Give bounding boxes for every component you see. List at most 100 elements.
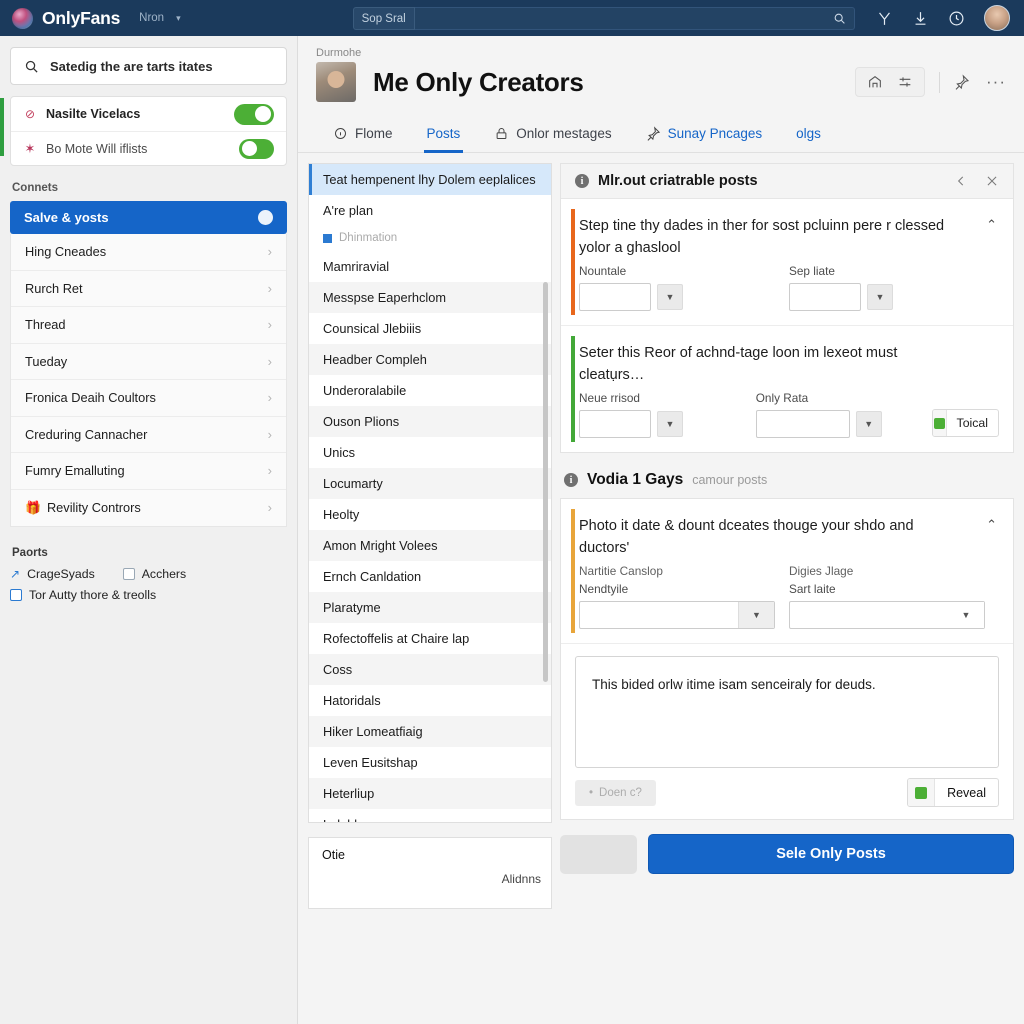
tab-sunay-pncages[interactable]: Sunay Pncages bbox=[629, 119, 780, 152]
field-input[interactable]: ▼ bbox=[789, 601, 985, 629]
card-criatrable-posts: i Mlr.out criatrable posts ⌃ Step tine t… bbox=[560, 163, 1014, 453]
acchers-label: Acchers bbox=[141, 567, 187, 581]
sidebar-item-fronica[interactable]: Fronica Deaih Coultors › bbox=[11, 380, 286, 417]
sele-only-posts-button[interactable]: Sele Only Posts bbox=[648, 834, 1014, 874]
list-item[interactable]: Hiker Lomeatfiaig bbox=[309, 716, 551, 747]
list-item[interactable]: Locumarty bbox=[309, 468, 551, 499]
list-item[interactable]: Mamriravial bbox=[309, 251, 551, 282]
sidebar-item-revility[interactable]: 🎁 Revility Contrors › bbox=[11, 490, 286, 527]
crage-syads-label[interactable]: CrageSyads bbox=[27, 567, 95, 581]
section-title: Step tine thy dades in ther for sost pcl… bbox=[579, 218, 945, 256]
sidebar-item-hing-cneades[interactable]: Hing Cneades › bbox=[11, 234, 286, 271]
sidebar: Satedig the are tarts itates ⊘ Nasilte V… bbox=[0, 36, 298, 1024]
toggle-row-bomote[interactable]: ✶ Bo Mote Will iflists bbox=[11, 131, 286, 165]
dropdown-button[interactable]: ▼ bbox=[948, 602, 984, 628]
comment-textarea[interactable]: This bided orlw itime isam senceiraly fo… bbox=[575, 656, 999, 768]
scrollbar-thumb[interactable] bbox=[543, 282, 548, 682]
home-icon[interactable] bbox=[867, 74, 883, 90]
tor-autty-checkbox[interactable] bbox=[10, 589, 22, 601]
toggle-switch-on[interactable] bbox=[234, 103, 274, 125]
toggle-row-nasilte[interactable]: ⊘ Nasilte Vicelacs bbox=[11, 97, 286, 131]
field-input[interactable] bbox=[579, 283, 651, 311]
brand[interactable]: OnlyFans Nron ▾ bbox=[12, 7, 181, 29]
field-input[interactable] bbox=[789, 283, 861, 311]
clock-icon[interactable] bbox=[948, 10, 965, 27]
item-list[interactable]: Teat hempenent lhy Dolem eeplalices A're… bbox=[309, 164, 551, 822]
info-icon: i bbox=[564, 473, 578, 487]
user-avatar[interactable] bbox=[984, 5, 1010, 31]
field-input[interactable] bbox=[579, 410, 651, 438]
list-item[interactable]: Messpse Eaperhclom bbox=[309, 282, 551, 313]
sidebar-item-fumry[interactable]: Fumry Emalluting › bbox=[11, 453, 286, 490]
list-item[interactable]: Heolty bbox=[309, 499, 551, 530]
toggle-card: ⊘ Nasilte Vicelacs ✶ Bo Mote Will iflist… bbox=[10, 96, 287, 166]
sliders-icon[interactable] bbox=[897, 74, 913, 90]
list-item[interactable]: Headber Compleh bbox=[309, 344, 551, 375]
dropdown-button[interactable]: ▼ bbox=[738, 602, 774, 628]
list-item[interactable]: Heterliup bbox=[309, 778, 551, 809]
collapse-caret-icon[interactable]: ⌃ bbox=[986, 217, 997, 233]
search-input[interactable] bbox=[414, 6, 855, 30]
top-bar-actions bbox=[876, 5, 1012, 31]
list-item[interactable]: A're plan bbox=[309, 195, 551, 226]
app-window: OnlyFans Nron ▾ Sop Sral Satedig the are… bbox=[0, 0, 1024, 1024]
field-sublabel: Nartitie Canslop bbox=[579, 564, 663, 578]
dropdown-button[interactable]: ▼ bbox=[867, 284, 893, 310]
list-group-label: Dhinmation bbox=[339, 232, 398, 244]
download-icon[interactable] bbox=[912, 10, 929, 27]
sidebar-group-title: Connets bbox=[12, 182, 58, 194]
list-item[interactable]: Amon Mright Volees bbox=[309, 530, 551, 561]
secondary-button[interactable] bbox=[560, 834, 637, 874]
list-item[interactable]: Unics bbox=[309, 437, 551, 468]
sidebar-search-input[interactable]: Satedig the are tarts itates bbox=[10, 47, 287, 85]
list-item-selected[interactable]: Teat hempenent lhy Dolem eeplalices bbox=[309, 164, 551, 195]
pin-icon[interactable] bbox=[954, 74, 970, 90]
list-item[interactable]: Leven Eusitshap bbox=[309, 747, 551, 778]
collapse-caret-icon[interactable]: ⌃ bbox=[986, 517, 997, 533]
list-item[interactable]: Lalobloa bbox=[309, 809, 551, 822]
chevron-down-icon[interactable]: ▾ bbox=[176, 13, 181, 24]
field-input[interactable]: ▼ bbox=[579, 601, 775, 629]
sidebar-item-tueday[interactable]: Tueday › bbox=[11, 344, 286, 380]
pin-icon bbox=[647, 126, 660, 141]
chevron-left-icon[interactable] bbox=[954, 174, 968, 188]
tab-flome[interactable]: Flome bbox=[316, 119, 410, 152]
sidebar-item-creduring[interactable]: Creduring Cannacher › bbox=[11, 417, 286, 453]
global-search: Sop Sral bbox=[352, 6, 855, 30]
external-link-icon[interactable]: ↗ bbox=[10, 567, 20, 581]
list-item[interactable]: Coss bbox=[309, 654, 551, 685]
toical-button[interactable]: Toical bbox=[932, 409, 999, 437]
list-item[interactable]: Plaratyme bbox=[309, 592, 551, 623]
sidebar-item-rurch-ret[interactable]: Rurch Ret › bbox=[11, 271, 286, 307]
dropdown-button[interactable]: ▼ bbox=[657, 284, 683, 310]
list-item[interactable]: Hatoridals bbox=[309, 685, 551, 716]
accent-bar bbox=[571, 336, 575, 442]
toggle-switch-off[interactable] bbox=[239, 138, 274, 159]
sidebar-item-label: Fumry Emalluting bbox=[25, 463, 125, 479]
search-scope-chip[interactable]: Sop Sral bbox=[352, 6, 415, 30]
list-item[interactable]: Rofectoffelis at Chaire lap bbox=[309, 623, 551, 654]
dropdown-button[interactable]: ▼ bbox=[855, 411, 882, 437]
tab-olgs[interactable]: olgs bbox=[779, 119, 838, 152]
sidebar-item-thread[interactable]: Thread › bbox=[11, 307, 286, 344]
expand-icon[interactable] bbox=[985, 174, 999, 188]
dropdown-button[interactable]: ▼ bbox=[657, 411, 683, 437]
reveal-button[interactable]: Reveal bbox=[907, 778, 999, 807]
section-title: Seter this Reor of achnd-tage loon im le… bbox=[579, 345, 898, 383]
sidebar-item-selected[interactable]: Salve & yosts bbox=[10, 201, 287, 234]
section-title: Photo it date & dount dceates thouge you… bbox=[579, 518, 914, 556]
list-item[interactable]: Counsical Jlebiiis bbox=[309, 313, 551, 344]
branch-icon[interactable] bbox=[876, 10, 893, 27]
list-item[interactable]: Underoralabile bbox=[309, 375, 551, 406]
list-item[interactable]: Ernch Canldation bbox=[309, 561, 551, 592]
open-button[interactable]: • Doen c? bbox=[575, 779, 656, 806]
acchers-checkbox[interactable] bbox=[122, 568, 135, 580]
list-item[interactable]: Ouson Plions bbox=[309, 406, 551, 437]
more-icon[interactable]: ··· bbox=[986, 73, 1006, 90]
field-input[interactable] bbox=[755, 410, 850, 438]
field-label: Nendtyile bbox=[579, 582, 629, 596]
app-body: Satedig the are tarts itates ⊘ Nasilte V… bbox=[0, 36, 1024, 1024]
tab-onlor-mestages[interactable]: Onlor mestages bbox=[477, 119, 628, 152]
sidebar-item-label: Rurch Ret bbox=[25, 280, 83, 296]
tab-posts[interactable]: Posts bbox=[410, 119, 478, 153]
